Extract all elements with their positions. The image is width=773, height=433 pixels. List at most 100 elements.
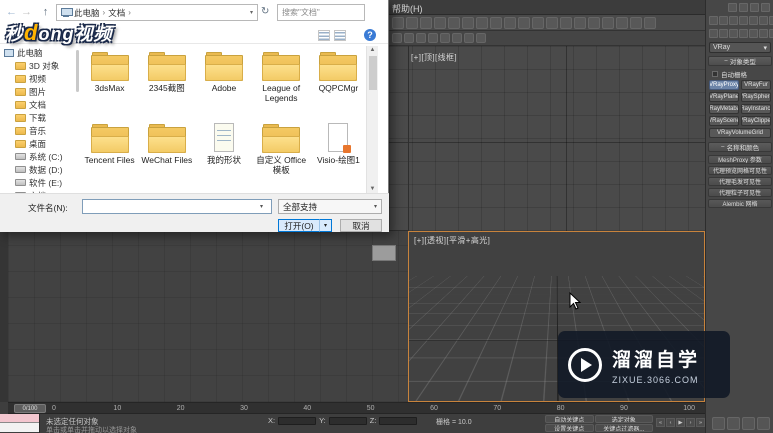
toolbar-icon[interactable] — [616, 16, 628, 29]
cancel-button[interactable]: 取消 — [340, 219, 382, 232]
toolbar-icon[interactable] — [404, 33, 414, 43]
z-coordinate-field[interactable] — [379, 416, 418, 425]
panel-tab-icon[interactable] — [769, 16, 773, 25]
toolbar-icon[interactable] — [546, 16, 558, 29]
toolbar-icon[interactable] — [416, 33, 426, 43]
playback-icon[interactable]: « — [656, 418, 665, 427]
category-dropdown[interactable]: VRay ▾ — [709, 42, 771, 53]
panel-tab-icon[interactable] — [729, 16, 738, 25]
object-category-icon[interactable] — [749, 29, 758, 38]
viewport-nav-icon[interactable] — [757, 417, 770, 430]
viewport-nav-icon[interactable] — [727, 417, 740, 430]
playback-icon[interactable]: » — [696, 418, 705, 427]
panel-header-icon[interactable] — [761, 3, 770, 12]
toolbar-icon[interactable] — [574, 16, 586, 29]
create-object-button[interactable]: VRayInstancer — [741, 104, 771, 114]
folder-item[interactable]: Visio-绘图1 — [311, 118, 366, 188]
object-category-icon[interactable] — [729, 29, 738, 38]
viewport-bottom-left[interactable] — [8, 231, 408, 402]
create-object-button[interactable]: VRayMetaball — [709, 104, 739, 114]
toolbar-icon[interactable] — [452, 33, 462, 43]
selected-filter-dropdown[interactable]: 选定对象 — [594, 415, 653, 423]
panel-tab-icon[interactable] — [759, 16, 768, 25]
sidebar-item[interactable]: 下载 — [0, 111, 80, 124]
viewport-nav-icon[interactable] — [742, 417, 755, 430]
listener-script-row[interactable] — [0, 423, 39, 432]
list-view-icon[interactable] — [318, 30, 330, 41]
refresh-icon[interactable]: ↻ — [261, 6, 269, 17]
sidebar-item[interactable]: 系统 (C:) — [0, 150, 80, 163]
rollout-header[interactable]: 代理粒子可见性 — [708, 188, 772, 197]
viewport-top[interactable]: [+][顶][线框] — [389, 46, 705, 231]
panel-header-icon[interactable] — [728, 3, 737, 12]
menu-help[interactable]: 帮助(H) — [392, 2, 423, 15]
folder-item[interactable]: Tencent Files — [82, 118, 137, 188]
toolbar-icon[interactable] — [630, 16, 642, 29]
object-category-icon[interactable] — [759, 29, 768, 38]
filetype-select[interactable]: 全部支持 ▾ — [278, 199, 382, 214]
sidebar-item[interactable]: 数据 (D:) — [0, 163, 80, 176]
forward-icon[interactable]: → — [19, 4, 34, 19]
folder-item[interactable]: QQPCMgr — [311, 46, 366, 116]
file-list-scrollbar[interactable]: ▲ ▼ — [366, 46, 378, 193]
folder-item[interactable]: 3dsMax — [82, 46, 137, 116]
toolbar-icon[interactable] — [644, 16, 656, 29]
folder-item[interactable]: WeChat Files — [139, 118, 194, 188]
scrollbar-thumb[interactable] — [369, 56, 377, 90]
panel-tab-icon[interactable] — [719, 16, 728, 25]
scroll-up-icon[interactable]: ▲ — [367, 47, 378, 53]
set-key-button[interactable]: 设置关键点 — [545, 424, 594, 432]
playback-icon[interactable]: › — [686, 418, 695, 427]
create-object-button[interactable]: VRayVolumeGrid — [709, 128, 771, 138]
folder-item[interactable]: 我的形状 — [196, 118, 251, 188]
toolbar-icon[interactable] — [476, 33, 486, 43]
viewport-top-label[interactable]: [+][顶][线框] — [411, 52, 457, 63]
folder-item[interactable]: League of Legends — [254, 46, 309, 116]
key-filters-button[interactable]: 关键点过滤器... — [594, 424, 653, 432]
folder-item[interactable]: 自定义 Office 模板 — [254, 118, 309, 188]
rollout-header[interactable]: Alembic 网格 — [708, 199, 772, 208]
y-coordinate-field[interactable] — [328, 416, 367, 425]
autogrid-checkbox[interactable] — [712, 71, 718, 77]
toolbar-icon[interactable] — [476, 16, 488, 29]
panel-header-icon[interactable] — [750, 3, 759, 12]
playback-icon[interactable]: ▶ — [676, 418, 685, 427]
timeline[interactable]: 0 10 20 30 40 50 60 70 80 90 100 0/100 — [8, 402, 705, 414]
back-icon[interactable]: ← — [4, 4, 19, 19]
auto-key-button[interactable]: 自动关键点 — [545, 415, 594, 423]
panel-header-icon[interactable] — [739, 3, 748, 12]
sidebar-item[interactable]: 视频 — [0, 72, 80, 85]
sidebar-item[interactable]: 软件 (E:) — [0, 176, 80, 189]
chevron-down-icon[interactable]: ▾ — [260, 203, 263, 210]
breadcrumb-folder[interactable]: 文档 — [108, 7, 125, 19]
scroll-down-icon[interactable]: ▼ — [367, 186, 378, 192]
chevron-down-icon[interactable]: ▾ — [250, 9, 253, 16]
up-icon[interactable]: ↑ — [38, 4, 53, 19]
filename-input[interactable] — [82, 199, 272, 214]
create-object-button[interactable]: VRayClipper — [741, 116, 771, 126]
rollout-header[interactable]: MeshProxy 参数 — [708, 155, 772, 164]
playback-icon[interactable]: ‹ — [666, 418, 675, 427]
create-object-button[interactable]: VRayFur — [741, 80, 771, 90]
thumbnail-view-icon[interactable] — [334, 30, 346, 41]
toolbar-icon[interactable] — [532, 16, 544, 29]
folder-item[interactable]: 2345截图 — [139, 46, 194, 116]
create-object-button[interactable]: VRayScene — [709, 116, 739, 126]
toolbar-icon[interactable] — [420, 16, 432, 29]
sidebar-scrollbar[interactable] — [76, 50, 79, 92]
viewport-nav-icon[interactable] — [712, 417, 725, 430]
create-object-button[interactable]: VRaySphere — [741, 92, 771, 102]
toolbar-icon[interactable] — [440, 33, 450, 43]
object-category-icon[interactable] — [709, 29, 718, 38]
maxscript-mini-listener[interactable] — [0, 414, 40, 433]
listener-macro-row[interactable] — [0, 414, 39, 423]
toolbar-icon[interactable] — [560, 16, 572, 29]
help-icon[interactable]: ? — [364, 29, 376, 41]
toolbar-icon[interactable] — [588, 16, 600, 29]
search-input[interactable] — [277, 4, 365, 21]
toolbar-icon[interactable] — [518, 16, 530, 29]
x-coordinate-field[interactable] — [278, 416, 317, 425]
sidebar-item[interactable]: 文档 — [0, 98, 80, 111]
sidebar-item[interactable]: 图片 — [0, 85, 80, 98]
time-slider-handle[interactable]: 0/100 — [14, 404, 46, 413]
